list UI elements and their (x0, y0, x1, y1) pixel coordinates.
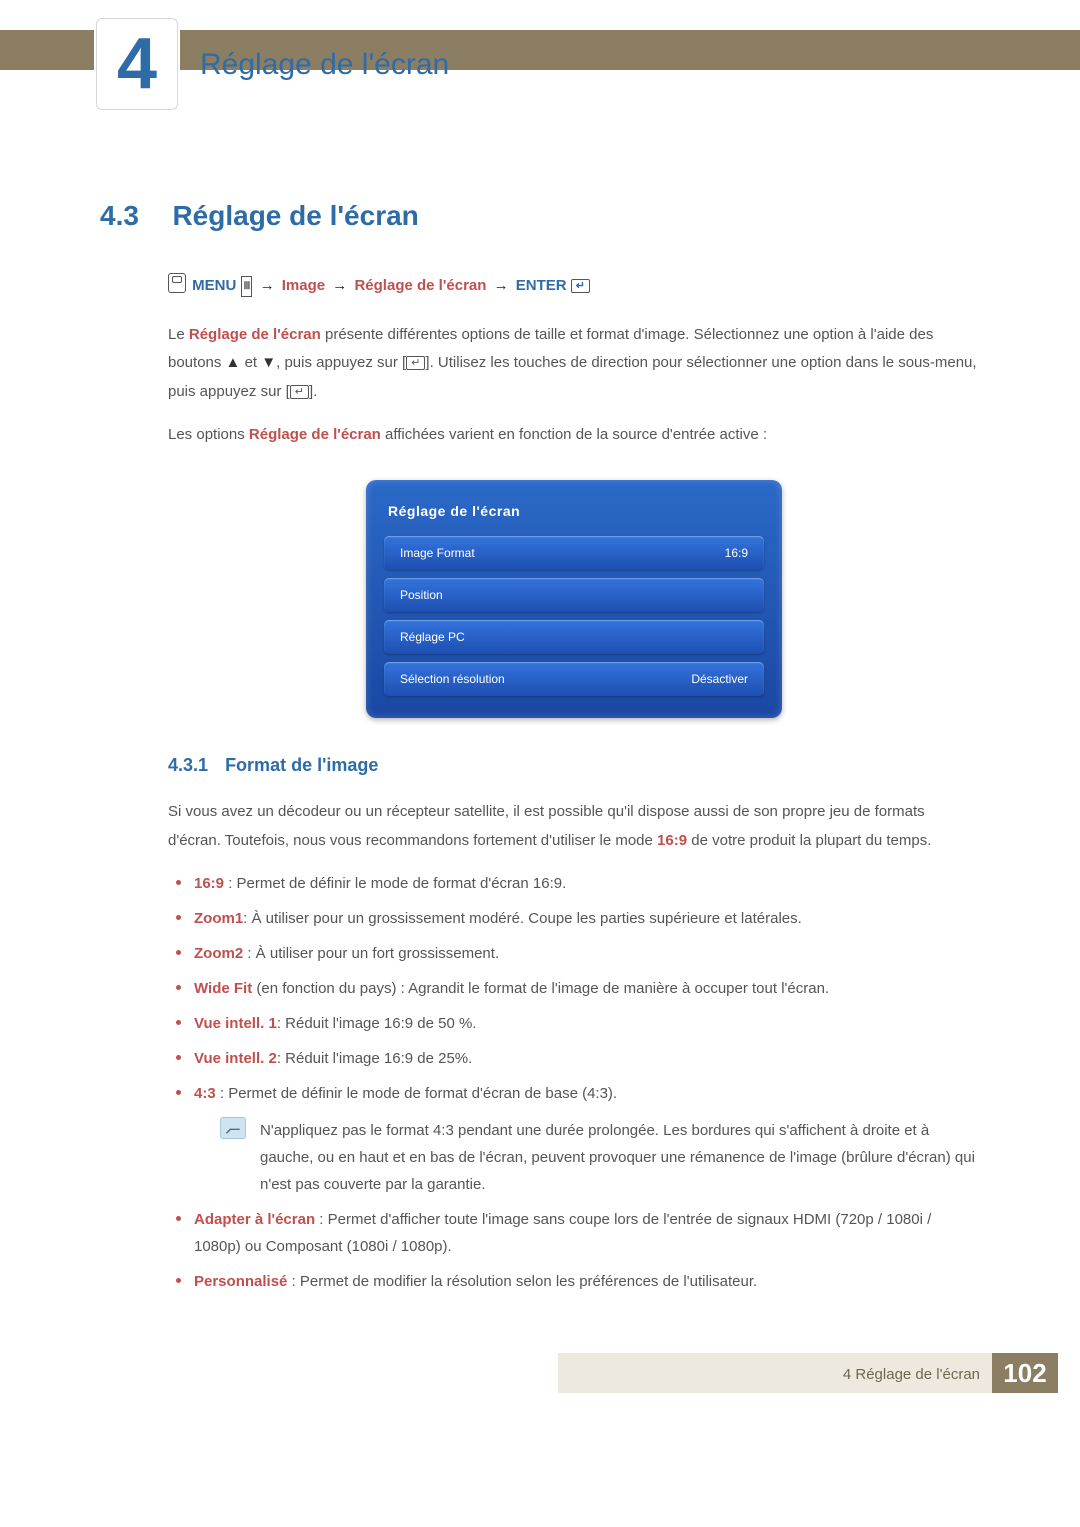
note-text: N'appliquez pas le format 4:3 pendant un… (260, 1117, 980, 1198)
page-content: 4.3 Réglage de l'écran MENU Ⅲ → Image → … (0, 80, 1080, 1343)
text: et (240, 354, 261, 371)
list-item: Zoom1: À utiliser pour un grossissement … (168, 905, 980, 932)
arrow-icon: → (257, 277, 278, 294)
text-highlight: Réglage de l'écran (189, 326, 321, 343)
text: Le (168, 326, 189, 343)
remote-icon (168, 273, 186, 293)
format-list: 16:9 : Permet de définir le mode de form… (168, 870, 980, 1295)
option-desc: : Réduit l'image 16:9 de 50 %. (277, 1015, 477, 1032)
osd-row-position[interactable]: Position (384, 578, 764, 612)
note-block: N'appliquez pas le format 4:3 pendant un… (220, 1117, 980, 1198)
subsection-intro: Si vous avez un décodeur ou un récepteur… (168, 798, 980, 855)
chapter-badge: 4 (96, 18, 178, 110)
list-item: Adapter à l'écran : Permet d'afficher to… (168, 1206, 980, 1260)
option-desc: : Permet de définir le mode de format d'… (224, 875, 566, 892)
up-icon: ▲ (226, 354, 241, 371)
option-desc: : À utiliser pour un grossissement modér… (243, 910, 802, 927)
option-name: Zoom1 (194, 910, 243, 927)
text: ]. (309, 383, 317, 400)
section-title: Réglage de l'écran (172, 200, 418, 232)
option-name: 4:3 (194, 1085, 216, 1102)
text: de votre produit la plupart du temps. (687, 832, 931, 849)
osd-row-label: Position (400, 584, 443, 607)
menu-path: MENU Ⅲ → Image → Réglage de l'écran → EN… (168, 272, 980, 301)
option-desc: : À utiliser pour un fort grossissement. (243, 945, 499, 962)
osd-row-value: Désactiver (691, 668, 748, 691)
subsection-heading: 4.3.1 Format de l'image (168, 748, 980, 782)
enter-icon: ↵ (571, 279, 590, 293)
option-desc: : Permet de définir le mode de format d'… (216, 1085, 617, 1102)
page-number: 102 (992, 1353, 1058, 1393)
option-name: Vue intell. 2 (194, 1050, 277, 1067)
option-name: 16:9 (194, 875, 224, 892)
list-item: Personnalisé : Permet de modifier la rés… (168, 1268, 980, 1295)
list-item: Zoom2 : À utiliser pour un fort grossiss… (168, 940, 980, 967)
option-name: Wide Fit (194, 980, 252, 997)
list-item: 4:3 : Permet de définir le mode de forma… (168, 1080, 980, 1198)
chapter-title: Réglage de l'écran (200, 48, 449, 82)
osd-row-value: 16:9 (725, 542, 748, 565)
subsection-number: 4.3.1 (168, 755, 208, 775)
option-name: Adapter à l'écran (194, 1211, 315, 1228)
list-item: Vue intell. 2: Réduit l'image 16:9 de 25… (168, 1045, 980, 1072)
footer-band (558, 1353, 1058, 1393)
option-name: Personnalisé (194, 1273, 287, 1290)
section-number: 4.3 (100, 200, 168, 232)
osd-panel: Réglage de l'écran Image Format 16:9 Pos… (366, 480, 782, 719)
paragraph-2: Les options Réglage de l'écran affichées… (168, 421, 980, 450)
menu-icon: Ⅲ (241, 276, 253, 297)
option-desc: : Réduit l'image 16:9 de 25%. (277, 1050, 472, 1067)
menu-label: MENU (192, 277, 236, 294)
section-heading: 4.3 Réglage de l'écran (100, 200, 980, 232)
enter-icon: ↵ (290, 385, 309, 399)
nav-reglage: Réglage de l'écran (354, 277, 486, 294)
text: , puis appuyez sur [ (276, 354, 406, 371)
text-highlight: 16:9 (657, 832, 687, 849)
footer-label: 4 Réglage de l'écran (843, 1366, 980, 1383)
option-desc: (en fonction du pays) : Agrandit le form… (252, 980, 829, 997)
osd-row-image-format[interactable]: Image Format 16:9 (384, 536, 764, 570)
text-highlight: Réglage de l'écran (249, 426, 381, 443)
option-desc: : Permet de modifier la résolution selon… (287, 1273, 757, 1290)
list-item: 16:9 : Permet de définir le mode de form… (168, 870, 980, 897)
subsection-title: Format de l'image (225, 755, 378, 775)
list-item: Wide Fit (en fonction du pays) : Agrandi… (168, 975, 980, 1002)
osd-row-label: Image Format (400, 542, 475, 565)
arrow-icon: → (329, 277, 350, 294)
option-name: Zoom2 (194, 945, 243, 962)
text: Les options (168, 426, 249, 443)
nav-image: Image (282, 277, 325, 294)
osd-title: Réglage de l'écran (388, 498, 760, 525)
arrow-icon: → (491, 277, 512, 294)
osd-row-reglage-pc[interactable]: Réglage PC (384, 620, 764, 654)
down-icon: ▼ (261, 354, 276, 371)
chapter-number: 4 (117, 28, 157, 100)
option-name: Vue intell. 1 (194, 1015, 277, 1032)
osd-row-label: Sélection résolution (400, 668, 505, 691)
osd-row-resolution[interactable]: Sélection résolution Désactiver (384, 662, 764, 696)
page-footer: 4 Réglage de l'écran 102 (0, 1343, 1080, 1393)
enter-icon: ↵ (406, 356, 425, 370)
text: affichées varient en fonction de la sour… (381, 426, 767, 443)
page-header: 4 Réglage de l'écran (0, 0, 1080, 80)
list-item: Vue intell. 1: Réduit l'image 16:9 de 50… (168, 1010, 980, 1037)
enter-label: ENTER (516, 277, 567, 294)
osd-row-label: Réglage PC (400, 626, 465, 649)
note-icon (220, 1117, 246, 1139)
paragraph-1: Le Réglage de l'écran présente différent… (168, 321, 980, 407)
